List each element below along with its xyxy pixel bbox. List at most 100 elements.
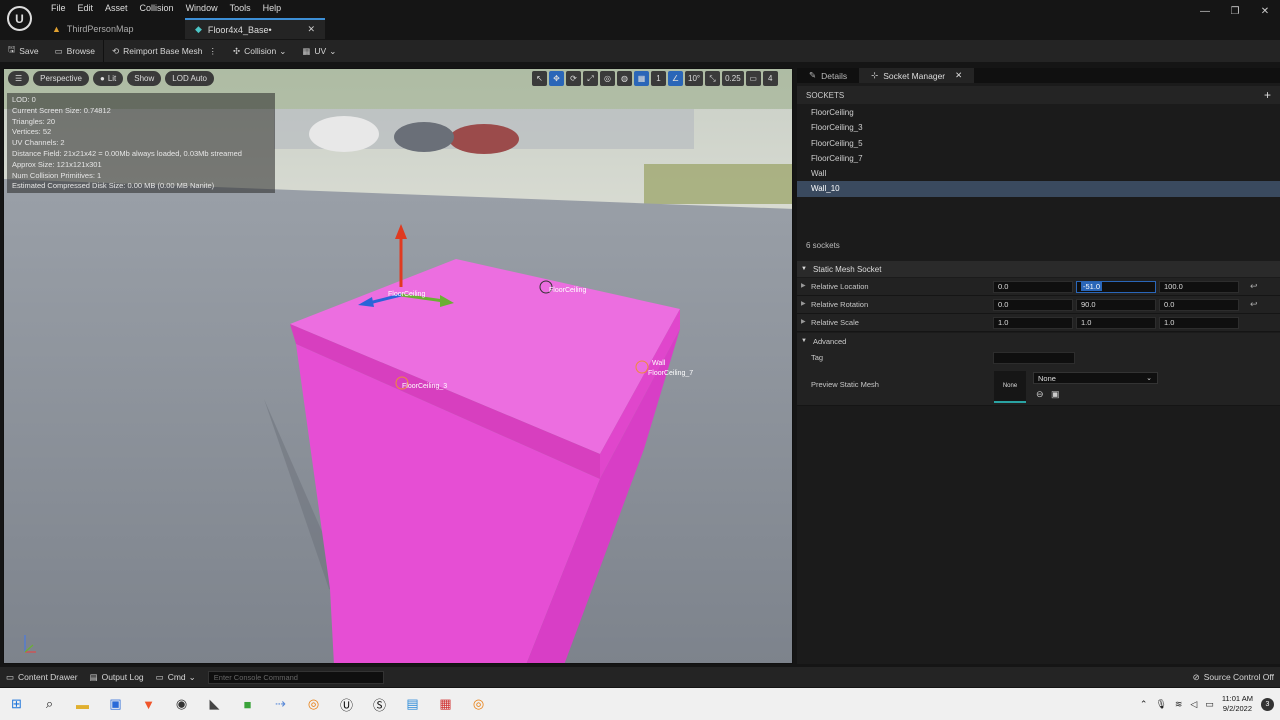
preview-thumbnail[interactable]: None xyxy=(994,371,1026,403)
menu-collision[interactable]: Collision xyxy=(134,2,180,14)
chrome-icon[interactable]: ◉ xyxy=(170,692,194,716)
console-input[interactable]: Enter Console Command xyxy=(207,670,384,684)
app-icon[interactable]: ⇢ xyxy=(269,692,293,716)
menu-tools[interactable]: Tools xyxy=(224,2,257,14)
use-selected-icon[interactable]: ⊖ xyxy=(1036,389,1044,400)
chevron-right-icon[interactable]: ▶ xyxy=(801,282,806,289)
more-options-icon[interactable]: ⋮ xyxy=(209,46,218,57)
rotation-snap-icon[interactable]: ∠ xyxy=(668,71,683,86)
reset-icon[interactable]: ↩ xyxy=(1250,281,1258,292)
brave-browser-icon[interactable]: ▼ xyxy=(137,692,161,716)
add-socket-icon[interactable]: + xyxy=(1264,88,1271,102)
chevron-right-icon[interactable]: ▶ xyxy=(801,300,806,307)
tab-close-icon[interactable]: ✕ xyxy=(307,24,315,35)
grid-snap-icon[interactable]: ▦ xyxy=(634,71,649,86)
viewport[interactable]: FloorCeiling FloorCeiling FloorCeiling_3… xyxy=(3,68,793,664)
location-y-field[interactable]: -51.0 xyxy=(1076,280,1156,293)
menu-asset[interactable]: Asset xyxy=(99,2,134,14)
preview-mesh-dropdown[interactable]: None ⌄ xyxy=(1033,372,1158,384)
list-item-selected[interactable]: Wall_10 xyxy=(797,181,1280,197)
list-item[interactable]: FloorCeiling_7 xyxy=(797,151,1280,166)
camera-speed-value[interactable]: 4 xyxy=(762,71,778,86)
blender-icon[interactable]: ◎ xyxy=(302,692,326,716)
tab-close-icon[interactable]: ✕ xyxy=(955,70,962,81)
viewport-menu-button[interactable]: ☰ xyxy=(8,71,30,86)
app-icon[interactable]: ▦ xyxy=(434,692,458,716)
save-button[interactable]: 🖫 Save xyxy=(0,40,47,62)
rotate-tool-icon[interactable]: ⟳ xyxy=(566,71,581,86)
output-log-button[interactable]: ▤ Output Log xyxy=(84,667,150,687)
browse-button[interactable]: ▭ Browse xyxy=(47,40,104,62)
tab-socket-manager[interactable]: ⊹ Socket Manager ✕ xyxy=(859,68,975,83)
microphone-icon[interactable]: 🎙 xyxy=(1155,699,1166,710)
location-z-field[interactable]: 100.0 xyxy=(1159,280,1239,293)
battery-icon[interactable]: ▭ xyxy=(1205,699,1214,710)
source-control-button[interactable]: ⊘ Source Control Off xyxy=(1187,667,1280,687)
scale-y-field[interactable]: 1.0 xyxy=(1076,316,1156,329)
clock[interactable]: 11:01 AM 9/2/2022 xyxy=(1222,694,1253,714)
chevron-up-icon[interactable]: ⌃ xyxy=(1140,699,1148,710)
wifi-icon[interactable]: ≋ xyxy=(1175,699,1183,710)
list-item[interactable]: FloorCeiling_5 xyxy=(797,136,1280,151)
camera-speed-icon[interactable]: ▭ xyxy=(745,71,761,86)
list-item[interactable]: FloorCeiling_3 xyxy=(797,120,1280,135)
rotation-y-field[interactable]: 90.0 xyxy=(1076,298,1156,311)
source-control-icon: ⊘ xyxy=(1192,671,1200,682)
tab-details[interactable]: ✎ Details xyxy=(797,68,859,83)
world-local-icon[interactable]: ◎ xyxy=(600,71,615,86)
show-button[interactable]: Show xyxy=(127,71,162,86)
uv-dropdown[interactable]: ▦ UV ⌄ xyxy=(294,40,344,62)
lit-button[interactable]: ● Lit xyxy=(92,71,124,86)
rotation-z-field[interactable]: 0.0 xyxy=(1159,298,1239,311)
scale-tool-icon[interactable]: ⤢ xyxy=(583,71,598,86)
rotation-x-field[interactable]: 0.0 xyxy=(993,298,1073,311)
advanced-section-header[interactable]: ▼ Advanced xyxy=(797,333,1280,349)
location-x-field[interactable]: 0.0 xyxy=(993,280,1073,293)
collision-dropdown[interactable]: ✣ Collision ⌄ xyxy=(225,40,294,62)
notification-badge[interactable]: 3 xyxy=(1261,697,1274,711)
tab-floor4x4-base[interactable]: ◆ Floor4x4_Base• ✕ xyxy=(185,18,325,39)
app-icon[interactable]: ▤ xyxy=(401,692,425,716)
app-icon[interactable]: Ⓢ xyxy=(368,692,392,716)
blender-icon[interactable]: ◎ xyxy=(467,692,491,716)
surface-snap-icon[interactable]: ◍ xyxy=(617,71,632,86)
app-icon[interactable]: ■ xyxy=(236,692,260,716)
maximize-icon[interactable]: ❐ xyxy=(1220,0,1250,22)
windows-start-icon[interactable]: ⊞ xyxy=(5,692,29,716)
select-tool-icon[interactable]: ↖ xyxy=(532,71,547,86)
app-icon[interactable]: ◣ xyxy=(203,692,227,716)
scale-z-field[interactable]: 1.0 xyxy=(1159,316,1239,329)
reimport-button[interactable]: ⟲ Reimport Base Mesh ⋮ xyxy=(104,40,225,62)
scale-x-field[interactable]: 1.0 xyxy=(993,316,1073,329)
volume-icon[interactable]: ◁ xyxy=(1190,699,1197,710)
menu-edit[interactable]: Edit xyxy=(72,2,100,14)
cmd-dropdown[interactable]: ▭ Cmd ⌄ xyxy=(150,667,202,687)
scale-snap-value[interactable]: 0.25 xyxy=(722,71,744,86)
menu-window[interactable]: Window xyxy=(180,2,224,14)
browse-folder-icon[interactable]: ▣ xyxy=(1051,389,1060,400)
collision-label: Collision xyxy=(244,46,277,56)
menu-help[interactable]: Help xyxy=(257,2,288,14)
perspective-button[interactable]: Perspective xyxy=(33,71,89,86)
grid-snap-value[interactable]: 1 xyxy=(651,71,666,86)
list-item[interactable]: FloorCeiling xyxy=(797,105,1280,120)
list-item[interactable]: Wall xyxy=(797,166,1280,181)
translate-tool-icon[interactable]: ✥ xyxy=(549,71,564,86)
menu-file[interactable]: File xyxy=(45,2,72,14)
tab-thirdpersonmap[interactable]: ▲ ThirdPersonMap xyxy=(42,18,182,39)
tag-field[interactable] xyxy=(993,351,1075,364)
unreal-logo-icon[interactable]: U xyxy=(7,6,32,31)
content-drawer-button[interactable]: ▭ Content Drawer xyxy=(0,667,84,687)
close-icon[interactable]: ✕ xyxy=(1250,0,1280,22)
unreal-engine-icon[interactable]: Ⓤ xyxy=(335,692,359,716)
category-header[interactable]: ▼ Static Mesh Socket xyxy=(797,261,1280,277)
minimize-icon[interactable]: — xyxy=(1190,0,1220,22)
file-explorer-icon[interactable]: ▬ xyxy=(71,692,95,716)
chevron-right-icon[interactable]: ▶ xyxy=(801,318,806,325)
search-icon[interactable]: ⌕ xyxy=(38,692,62,716)
rotation-snap-value[interactable]: 10° xyxy=(685,71,704,86)
lod-button[interactable]: LOD Auto xyxy=(165,71,214,86)
reset-icon[interactable]: ↩ xyxy=(1250,299,1258,310)
scale-snap-icon[interactable]: ⤡ xyxy=(705,71,721,86)
store-icon[interactable]: ▣ xyxy=(104,692,128,716)
